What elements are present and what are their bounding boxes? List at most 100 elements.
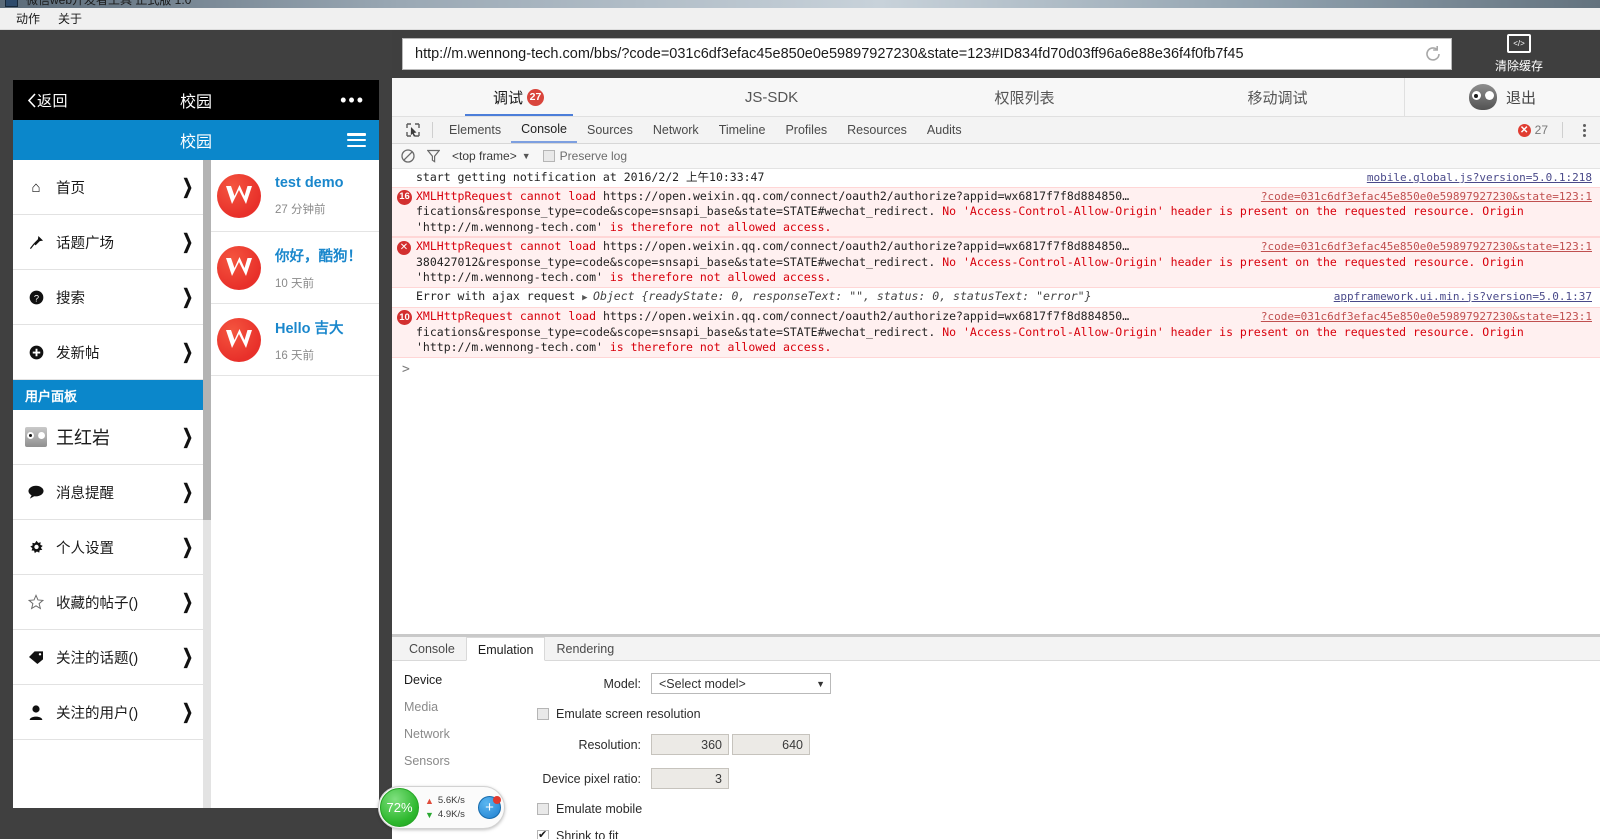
console-repeat-badge: 16 xyxy=(397,189,412,205)
console-output[interactable]: start getting notification at 2016/2/2 上… xyxy=(392,169,1600,634)
inspect-cursor-icon[interactable] xyxy=(400,123,426,137)
emulation-tab-media[interactable]: Media xyxy=(404,700,497,714)
preserve-log-label: Preserve log xyxy=(559,149,628,163)
post-title: 你好，酷狗！ xyxy=(275,248,362,265)
phone-menu-scrollbar[interactable] xyxy=(203,160,211,808)
toolbar-divider xyxy=(1562,122,1563,138)
chevron-right-icon: ❯ xyxy=(182,175,193,198)
drawer-tab-strip: Console Emulation Rendering xyxy=(392,637,1600,661)
sidebar-item-settings[interactable]: 个人设置 ❯ xyxy=(13,520,203,575)
hamburger-icon[interactable] xyxy=(347,133,366,147)
device-pixel-ratio-input[interactable]: 3 xyxy=(651,768,729,789)
model-select[interactable]: <Select model> ▼ xyxy=(651,673,831,694)
sidebar-item-search[interactable]: ? 搜索 ❯ xyxy=(13,270,203,325)
sidebar-item-label: 首页 xyxy=(56,180,85,197)
cpu-percent-indicator: 72% xyxy=(380,788,419,827)
menu-item-about[interactable]: 关于 xyxy=(49,9,91,29)
kebab-menu-icon[interactable] xyxy=(1577,123,1592,137)
ellipsis-icon[interactable]: ••• xyxy=(340,91,365,109)
sidebar-item-label: 关注的话题() xyxy=(56,650,139,667)
post-title: Hello 吉大 xyxy=(275,320,344,337)
download-arrow-icon: ▼ xyxy=(425,809,434,820)
tab-js-sdk[interactable]: JS-SDK xyxy=(645,78,898,116)
devtools-panel-elements[interactable]: Elements xyxy=(439,119,511,142)
preserve-log-checkbox[interactable]: Preserve log xyxy=(542,149,628,163)
emulation-tab-network[interactable]: Network xyxy=(404,727,497,741)
devtools-panel-sources[interactable]: Sources xyxy=(577,119,643,142)
sidebar-item-new-post[interactable]: 发新帖 ❯ xyxy=(13,325,203,380)
exit-label: 退出 xyxy=(1505,89,1536,107)
chevron-right-icon: ❯ xyxy=(182,285,193,308)
sidebar-item-label: 王红岩 xyxy=(56,428,110,448)
emulate-screen-resolution-checkbox[interactable]: Emulate screen resolution xyxy=(537,707,1600,721)
devtools-panel-audits[interactable]: Audits xyxy=(917,119,972,142)
devtools-drawer: Console Emulation Rendering Device Media… xyxy=(392,634,1600,839)
svg-text:?: ? xyxy=(33,293,38,303)
drawer-tab-emulation[interactable]: Emulation xyxy=(465,637,546,661)
network-traffic-widget[interactable]: 72% ▲ 5.6K/s ▼ 4.9K/s + xyxy=(378,786,505,829)
console-source-link[interactable]: appframework.ui.min.js?version=5.0.1:37 xyxy=(1334,289,1592,305)
list-item[interactable]: Hello 吉大 16 天前 xyxy=(203,304,379,376)
console-prompt[interactable]: > xyxy=(392,358,1600,379)
frame-selector[interactable]: <top frame> ▼ xyxy=(452,149,531,163)
console-source-link[interactable]: ?code=031c6df3efac45e850e0e59897927230&s… xyxy=(1261,189,1592,205)
device-pixel-ratio-label: Device pixel ratio: xyxy=(542,771,641,786)
sidebar-item-topics[interactable]: 话题广场 ❯ xyxy=(13,215,203,270)
tab-badge-count: 27 xyxy=(527,88,544,106)
checkbox-box xyxy=(537,708,549,720)
exit-button[interactable]: 退出 xyxy=(1404,78,1600,116)
menu-bar: 动作 关于 xyxy=(0,8,1600,30)
sidebar-item-username[interactable]: 王红岩 ❯ xyxy=(13,410,203,465)
resolution-height-input[interactable]: 640 xyxy=(732,734,810,755)
clear-console-icon[interactable] xyxy=(401,149,415,163)
checkbox-box xyxy=(537,828,549,839)
emulation-tab-sensors[interactable]: Sensors xyxy=(404,754,497,768)
phone-back-label: 返回 xyxy=(37,92,69,110)
devtools-panel-timeline[interactable]: Timeline xyxy=(709,119,776,142)
url-input[interactable] xyxy=(415,46,1423,62)
devtools-panel-network[interactable]: Network xyxy=(643,119,709,142)
devtools-toolbar: Elements Console Sources Network Timelin… xyxy=(392,117,1600,144)
devtools-panel-resources[interactable]: Resources xyxy=(837,119,917,142)
sidebar-item-followed-topics[interactable]: 关注的话题() ❯ xyxy=(13,630,203,685)
sidebar-item-favorites[interactable]: 收藏的帖子() ❯ xyxy=(13,575,203,630)
plus-circle-icon xyxy=(25,345,47,360)
tab-mobile-debug[interactable]: 移动调试 xyxy=(1151,78,1404,116)
tab-permission-list[interactable]: 权限列表 xyxy=(898,78,1151,116)
list-item[interactable]: test demo 27 分钟前 xyxy=(203,160,379,232)
resolution-width-input[interactable]: 360 xyxy=(651,734,729,755)
console-message: ✕ ?code=031c6df3efac45e850e0e59897927230… xyxy=(392,237,1600,288)
phone-back-button[interactable]: 返回 xyxy=(27,90,68,111)
menu-item-actions[interactable]: 动作 xyxy=(7,9,49,29)
sidebar-item-followed-users[interactable]: 关注的用户() ❯ xyxy=(13,685,203,740)
console-message-origin: 'http://m.wennong-tech.com' xyxy=(416,340,603,354)
console-source-link[interactable]: ?code=031c6df3efac45e850e0e59897927230&s… xyxy=(1261,239,1592,255)
emulate-mobile-checkbox[interactable]: Emulate mobile xyxy=(537,802,1600,816)
plus-circle-icon[interactable]: + xyxy=(478,796,501,819)
app-icon xyxy=(5,0,18,7)
error-count-indicator[interactable]: ✕ 27 xyxy=(1517,123,1548,137)
shrink-to-fit-checkbox[interactable]: Shrink to fit xyxy=(537,828,1600,839)
tab-debug[interactable]: 调试 27 xyxy=(392,78,645,116)
reload-icon[interactable] xyxy=(1423,44,1443,64)
devtools-panel-profiles[interactable]: Profiles xyxy=(775,119,837,142)
list-item[interactable]: 你好，酷狗！ 10 天前 xyxy=(203,232,379,304)
drawer-tab-console[interactable]: Console xyxy=(398,637,466,660)
clear-cache-button[interactable]: </> 清除缓存 xyxy=(1474,34,1564,74)
toolbar-divider xyxy=(432,122,433,138)
devtools-panel-console[interactable]: Console xyxy=(511,118,577,143)
console-source-link[interactable]: mobile.global.js?version=5.0.1:218 xyxy=(1367,170,1592,186)
error-icon: ✕ xyxy=(1517,123,1531,137)
sidebar-item-notifications[interactable]: 消息提醒 ❯ xyxy=(13,465,203,520)
filter-funnel-icon[interactable] xyxy=(427,149,440,163)
console-message-text: Error with ajax request xyxy=(416,288,583,303)
drawer-tab-rendering[interactable]: Rendering xyxy=(545,637,625,660)
chevron-right-icon: ❯ xyxy=(182,340,193,363)
code-box-icon: </> xyxy=(1507,34,1531,53)
sidebar-item-home[interactable]: ⌂ 首页 ❯ xyxy=(13,160,203,215)
chevron-right-icon: ❯ xyxy=(182,590,193,613)
console-source-link[interactable]: ?code=031c6df3efac45e850e0e59897927230&s… xyxy=(1261,309,1592,325)
address-bar[interactable] xyxy=(402,38,1452,70)
emulation-tab-device[interactable]: Device xyxy=(404,673,497,687)
expand-triangle-icon[interactable]: ▶ xyxy=(582,293,593,303)
